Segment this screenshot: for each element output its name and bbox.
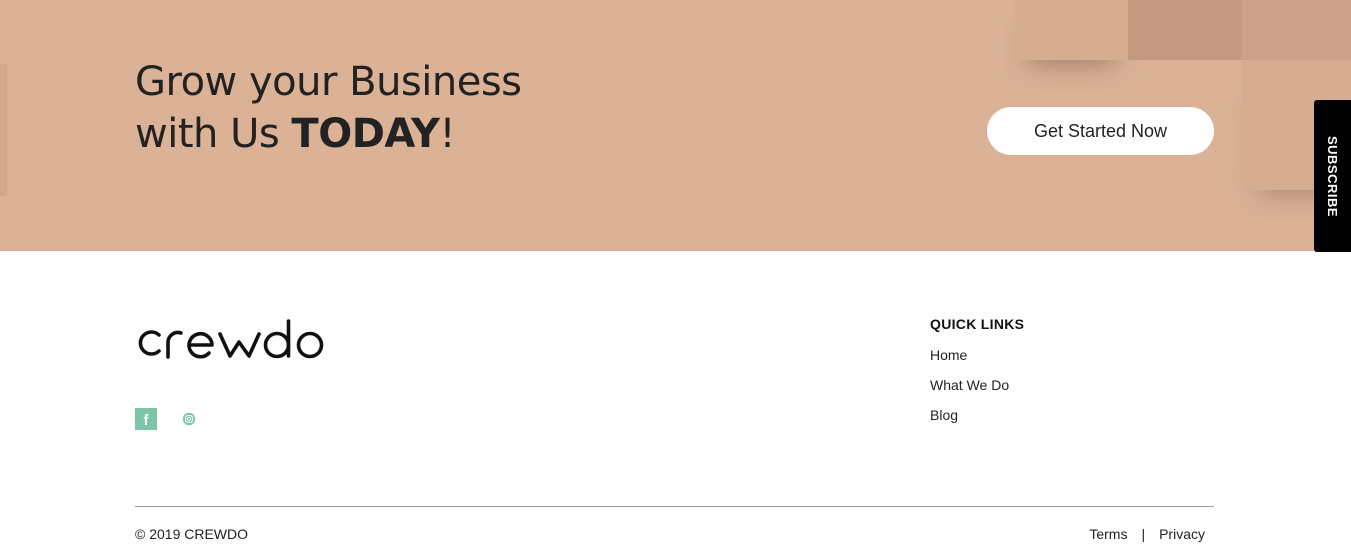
crewdo-logo[interactable]: [135, 317, 325, 361]
cube-block: [1014, 0, 1128, 60]
quick-links-list: Home What We Do Blog: [930, 340, 1024, 430]
get-started-button[interactable]: Get Started Now: [987, 107, 1214, 155]
quick-link-item: What We Do: [930, 370, 1024, 400]
copyright-text: © 2019 CREWDO: [135, 526, 249, 542]
social-links: f: [135, 408, 196, 430]
facebook-icon[interactable]: f: [135, 408, 157, 430]
cta-heading-line2: with Us TODAY!: [135, 108, 522, 160]
quick-links: QUICK LINKS Home What We Do Blog: [930, 314, 1024, 430]
legal-separator: |: [1141, 526, 1146, 542]
cube-block: [1128, 0, 1242, 60]
cta-heading: Grow your Business with Us TODAY!: [135, 56, 522, 160]
terms-link[interactable]: Terms: [1089, 526, 1127, 542]
quick-link-blog[interactable]: Blog: [930, 407, 958, 423]
cta-heading-emphasis: TODAY: [291, 111, 440, 157]
privacy-link[interactable]: Privacy: [1159, 526, 1205, 542]
quick-link-item: Home: [930, 340, 1024, 370]
quick-link-item: Blog: [930, 400, 1024, 430]
cta-heading-line1: Grow your Business: [135, 59, 522, 105]
instagram-icon[interactable]: [182, 412, 196, 426]
cta-heading-suffix: !: [439, 111, 456, 157]
footer-divider: [135, 506, 1214, 507]
quick-links-title: QUICK LINKS: [930, 316, 1025, 332]
banner-edge-decoration: [0, 64, 7, 196]
subscribe-tab-label: SUBSCRIBE: [1325, 135, 1341, 217]
cta-banner: Grow your Business with Us TODAY! Get St…: [0, 0, 1351, 251]
subscribe-tab[interactable]: SUBSCRIBE: [1314, 100, 1351, 252]
quick-link-home[interactable]: Home: [930, 347, 967, 363]
cube-block: [1242, 0, 1351, 60]
quick-link-what-we-do[interactable]: What We Do: [930, 377, 1009, 393]
legal-links: Terms | Privacy: [1089, 526, 1205, 542]
site-footer: f QUICK LINKS Home What We Do Blog © 201…: [0, 251, 1351, 559]
cta-heading-prefix: with Us: [135, 111, 292, 157]
